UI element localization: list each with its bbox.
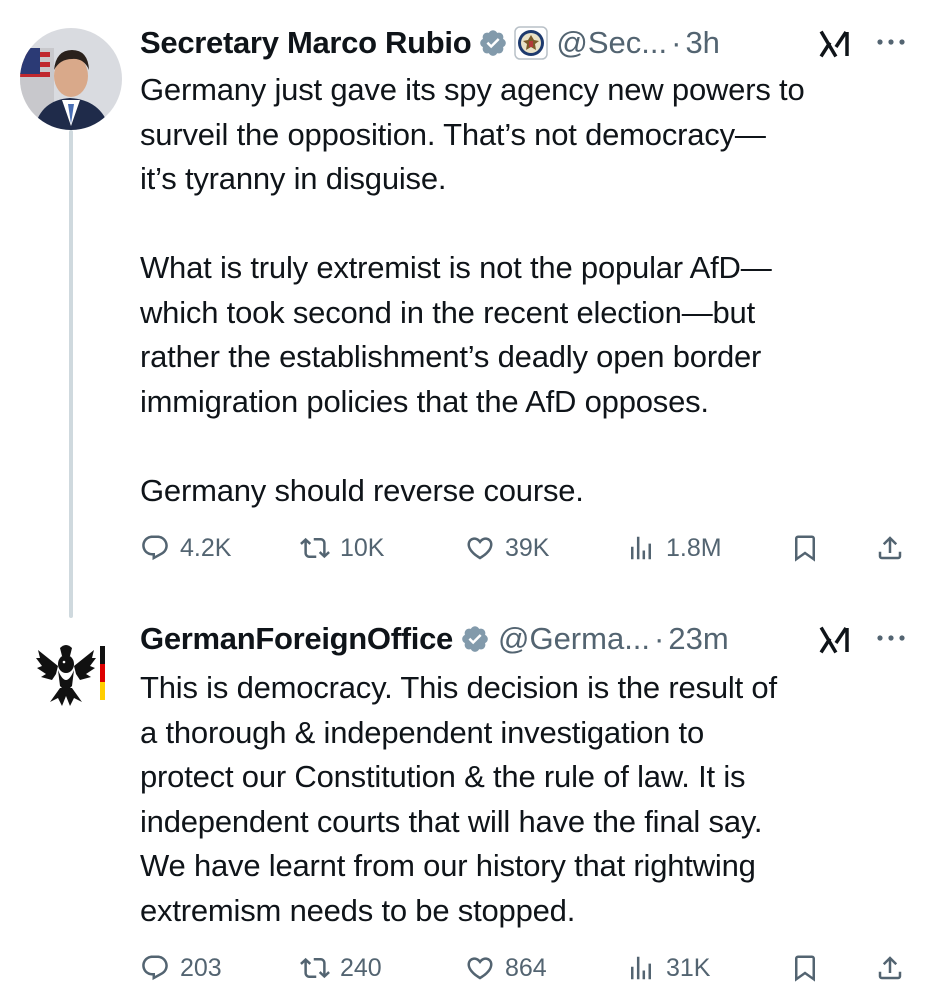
repost-count: 240 <box>340 953 382 982</box>
reply-icon <box>142 535 168 561</box>
avatar[interactable] <box>36 640 108 710</box>
more-icon[interactable] <box>875 35 907 49</box>
like-icon <box>467 957 493 980</box>
views-button[interactable]: 31K <box>626 948 710 988</box>
like-button[interactable]: 39K <box>465 528 549 568</box>
state-department-seal-icon[interactable] <box>514 26 549 60</box>
share-icon <box>878 956 902 980</box>
tweet-text: Germany just gave its spy agency new pow… <box>140 72 805 508</box>
verified-badge-icon <box>462 626 488 652</box>
views-button[interactable]: 1.8M <box>626 528 722 568</box>
tweet-actions: 203 240 864 31K <box>140 948 910 988</box>
tweet-text: This is democracy. This decision is the … <box>140 670 777 928</box>
share-button[interactable] <box>875 528 905 568</box>
author-handle[interactable]: @Germa... <box>498 621 650 657</box>
thread-connector-line <box>69 130 73 618</box>
bookmark-icon <box>795 535 815 562</box>
bookmark-button[interactable] <box>790 948 820 988</box>
separator-dot: · <box>654 621 665 656</box>
like-icon <box>467 537 493 560</box>
share-button[interactable] <box>875 948 905 988</box>
tweet-header: Secretary Marco Rubio @Sec... · 3h <box>140 23 910 63</box>
avatar[interactable] <box>20 28 122 130</box>
repost-icon <box>300 537 330 559</box>
repost-icon <box>300 957 330 979</box>
reply-count: 203 <box>180 953 222 982</box>
repost-button[interactable]: 240 <box>300 948 382 988</box>
like-button[interactable]: 864 <box>465 948 547 988</box>
tweet-header: GermanForeignOffice @Germa... · 23m <box>140 619 910 659</box>
author-name[interactable]: GermanForeignOffice <box>140 621 453 657</box>
repost-count: 10K <box>340 533 385 562</box>
more-icon[interactable] <box>875 631 907 645</box>
author-name[interactable]: Secretary Marco Rubio <box>140 25 472 61</box>
tweet-actions: 4.2K 10K 39K 1.8M <box>140 528 910 568</box>
like-count: 39K <box>505 533 550 562</box>
grok-icon[interactable] <box>818 622 854 658</box>
verified-badge-icon <box>480 30 507 56</box>
author-handle[interactable]: @Sec... <box>556 25 667 61</box>
bookmark-icon <box>795 955 815 982</box>
federal-eagle-icon <box>36 645 105 706</box>
reply-button[interactable]: 4.2K <box>140 528 231 568</box>
reply-count: 4.2K <box>180 533 232 562</box>
views-count: 31K <box>666 953 711 982</box>
timestamp[interactable]: 3h <box>685 25 719 61</box>
separator-dot: · <box>671 25 682 60</box>
reply-icon <box>142 955 168 981</box>
views-icon <box>631 956 651 980</box>
views-count: 1.8M <box>666 533 722 562</box>
bookmark-button[interactable] <box>790 528 820 568</box>
share-icon <box>878 536 902 560</box>
repost-button[interactable]: 10K <box>300 528 384 568</box>
reply-button[interactable]: 203 <box>140 948 222 988</box>
like-count: 864 <box>505 953 547 982</box>
timestamp[interactable]: 23m <box>668 621 728 657</box>
views-icon <box>631 536 651 560</box>
grok-icon[interactable] <box>818 26 854 62</box>
